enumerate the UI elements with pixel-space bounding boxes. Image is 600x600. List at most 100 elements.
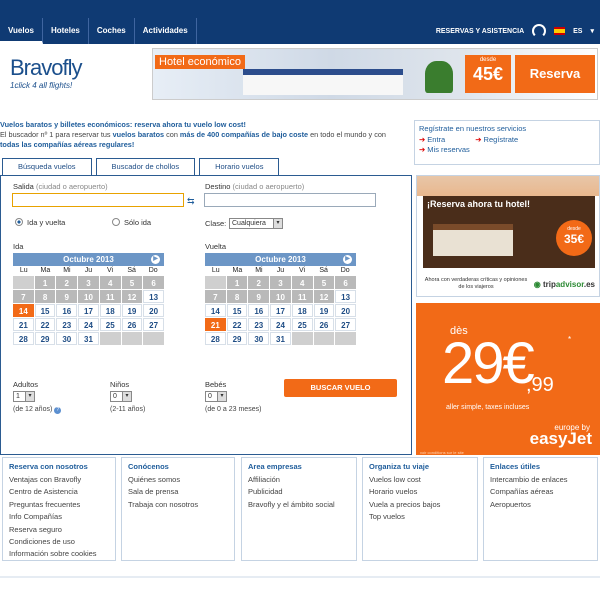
calendar-day[interactable]: 26 (313, 318, 335, 331)
ninos-select[interactable]: 0 ▾ (110, 391, 132, 402)
calendar-day[interactable]: 29 (34, 332, 56, 345)
logo-brand-b: fly (62, 55, 82, 80)
chevron-down-icon[interactable]: ▾ (590, 27, 594, 35)
banner-reserva-button[interactable]: Reserva (515, 55, 595, 93)
salida-input[interactable] (12, 193, 184, 207)
calendar-day[interactable]: 30 (56, 332, 78, 345)
calendar-day[interactable]: 23 (56, 318, 78, 331)
footer-link[interactable]: Trabaja con nosotros (128, 499, 228, 511)
calendar-day[interactable]: 28 (13, 332, 34, 345)
calendar-day[interactable]: 15 (226, 304, 248, 317)
calendar-day[interactable]: 31 (270, 332, 291, 345)
footer-link[interactable]: Ventajas con Bravofly (9, 474, 109, 486)
headset-icon[interactable] (532, 24, 547, 38)
easyjet-ad[interactable]: dès 29€ ,99 * aller simple, taxes inclus… (416, 303, 600, 455)
solo-ida-radio[interactable]: Sólo ida (112, 218, 151, 227)
next-month-icon[interactable]: ▶ (343, 255, 352, 264)
spain-flag-icon[interactable] (554, 27, 566, 35)
calendar-day[interactable]: 13 (335, 290, 356, 303)
calendar-day[interactable]: 27 (335, 318, 356, 331)
footer-link[interactable]: Vuelos low cost (369, 474, 471, 486)
destino-input[interactable] (204, 193, 376, 207)
footer-link[interactable]: Affiliación (248, 474, 350, 486)
footer-link[interactable]: Reserva seguro (9, 524, 109, 536)
registrate-link[interactable]: ➔ Regístrate (475, 135, 518, 145)
footer-col-conocenos: Conócenos Quiénes somos Sala de prensa Trab… (121, 457, 235, 561)
calendar-day[interactable]: 27 (143, 318, 164, 331)
mis-reservas-link[interactable]: ➔ Mis reservas (419, 145, 470, 155)
weekday-label: Mi (255, 267, 263, 274)
tab-busqueda-vuelos[interactable]: Búsqueda vuelos (2, 158, 92, 176)
calendar-day[interactable]: 16 (248, 304, 270, 317)
calendar-day[interactable]: 18 (291, 304, 313, 317)
calendar-day[interactable]: 23 (248, 318, 270, 331)
footer-link[interactable]: Aeropuertos (490, 499, 591, 511)
calendar-day[interactable]: 31 (78, 332, 99, 345)
footer-link[interactable]: Publicidad (248, 486, 350, 498)
calendar-day[interactable]: 20 (143, 304, 164, 317)
tab-coches[interactable]: Coches (89, 18, 135, 44)
footer-link[interactable]: Top vuelos (369, 511, 471, 523)
calendar-day: 1 (226, 276, 248, 289)
calendar-day: 7 (205, 290, 226, 303)
calendar-day[interactable]: 25 (99, 318, 121, 331)
calendar-day[interactable]: 18 (99, 304, 121, 317)
clase-select[interactable]: Cualquiera ▾ (229, 218, 283, 229)
footer-link[interactable]: Vuela a precios bajos (369, 499, 471, 511)
tab-hoteles[interactable]: Hoteles (43, 18, 89, 44)
adultos-select[interactable]: 1 ▾ (13, 391, 35, 402)
ida-vuelta-radio[interactable]: Ida y vuelta (15, 218, 65, 227)
calendar-day[interactable]: 14 (13, 304, 34, 317)
bravofly-logo[interactable]: Bravofly 1click 4 all flights! (10, 55, 120, 105)
calendar-day[interactable]: 22 (226, 318, 248, 331)
tab-buscador-chollos[interactable]: Buscador de chollos (95, 158, 196, 175)
calendar-day[interactable]: 15 (34, 304, 56, 317)
tab-vuelos[interactable]: Vuelos (0, 18, 43, 44)
easyjet-fine-print: aller simple, taxes incluses (446, 404, 530, 411)
footer-link[interactable]: Horario vuelos (369, 486, 471, 498)
calendar-day[interactable]: 16 (56, 304, 78, 317)
calendar-day[interactable]: 24 (270, 318, 291, 331)
calendar-day[interactable]: 21 (205, 318, 226, 331)
tripadvisor-hotel-ad[interactable]: ¡Reserva ahora tu hotel! desde 35€ Ahora … (416, 175, 600, 297)
calendar-day[interactable]: 20 (335, 304, 356, 317)
calendar-empty-cell (99, 332, 121, 345)
footer-link[interactable]: Condiciones de uso (9, 536, 109, 548)
footer-link[interactable]: Info Compañías (9, 511, 109, 523)
footer-link[interactable]: Centro de Asistencia (9, 486, 109, 498)
calendar-day[interactable]: 19 (121, 304, 143, 317)
next-month-icon[interactable]: ▶ (151, 255, 160, 264)
hotel-banner-ad[interactable]: Hotel económico desde 45€ Reserva (152, 48, 598, 100)
calendar-day[interactable]: 13 (143, 290, 164, 303)
info-icon[interactable]: ? (54, 407, 62, 414)
tab-horario-vuelos[interactable]: Horario vuelos (199, 158, 280, 175)
footer-link[interactable]: Preguntas frecuentes (9, 499, 109, 511)
language-selector[interactable]: ES (573, 28, 582, 35)
calendar-day[interactable]: 14 (205, 304, 226, 317)
footer-link[interactable]: Compañías aéreas (490, 486, 591, 498)
calendar-day[interactable]: 28 (205, 332, 226, 345)
calendar-day[interactable]: 22 (34, 318, 56, 331)
buscar-vuelo-button[interactable]: BUSCAR VUELO (284, 379, 397, 397)
calendar-day[interactable]: 19 (313, 304, 335, 317)
footer-link[interactable]: Sala de prensa (128, 486, 228, 498)
footer-col-reserva: Reserva con nosotros Ventajas con Bravofl… (2, 457, 116, 561)
entra-link[interactable]: ➔ Entra (419, 135, 445, 145)
calendar-day[interactable]: 30 (248, 332, 270, 345)
footer-link[interactable]: Quiénes somos (128, 474, 228, 486)
tab-actividades[interactable]: Actividades (135, 18, 197, 44)
calendar-day[interactable]: 17 (270, 304, 291, 317)
calendar-day[interactable]: 29 (226, 332, 248, 345)
footer-link[interactable]: Intercambio de enlaces (490, 474, 591, 486)
calendar-day[interactable]: 26 (121, 318, 143, 331)
calendar-day[interactable]: 21 (13, 318, 34, 331)
reservas-asistencia-link[interactable]: RESERVAS Y ASISTENCIA (436, 28, 524, 35)
footer-link[interactable]: Información sobre cookies (9, 548, 109, 560)
bebes-select[interactable]: 0 ▾ (205, 391, 227, 402)
calendar-day[interactable]: 17 (78, 304, 99, 317)
calendar-day[interactable]: 24 (78, 318, 99, 331)
calendar-day[interactable]: 25 (291, 318, 313, 331)
footer-link[interactable]: Bravofly y el ámbito social (248, 499, 350, 511)
swap-icon[interactable]: ⇆ (187, 196, 195, 207)
main-tabs: Vuelos Hoteles Coches Actividades (0, 18, 197, 44)
